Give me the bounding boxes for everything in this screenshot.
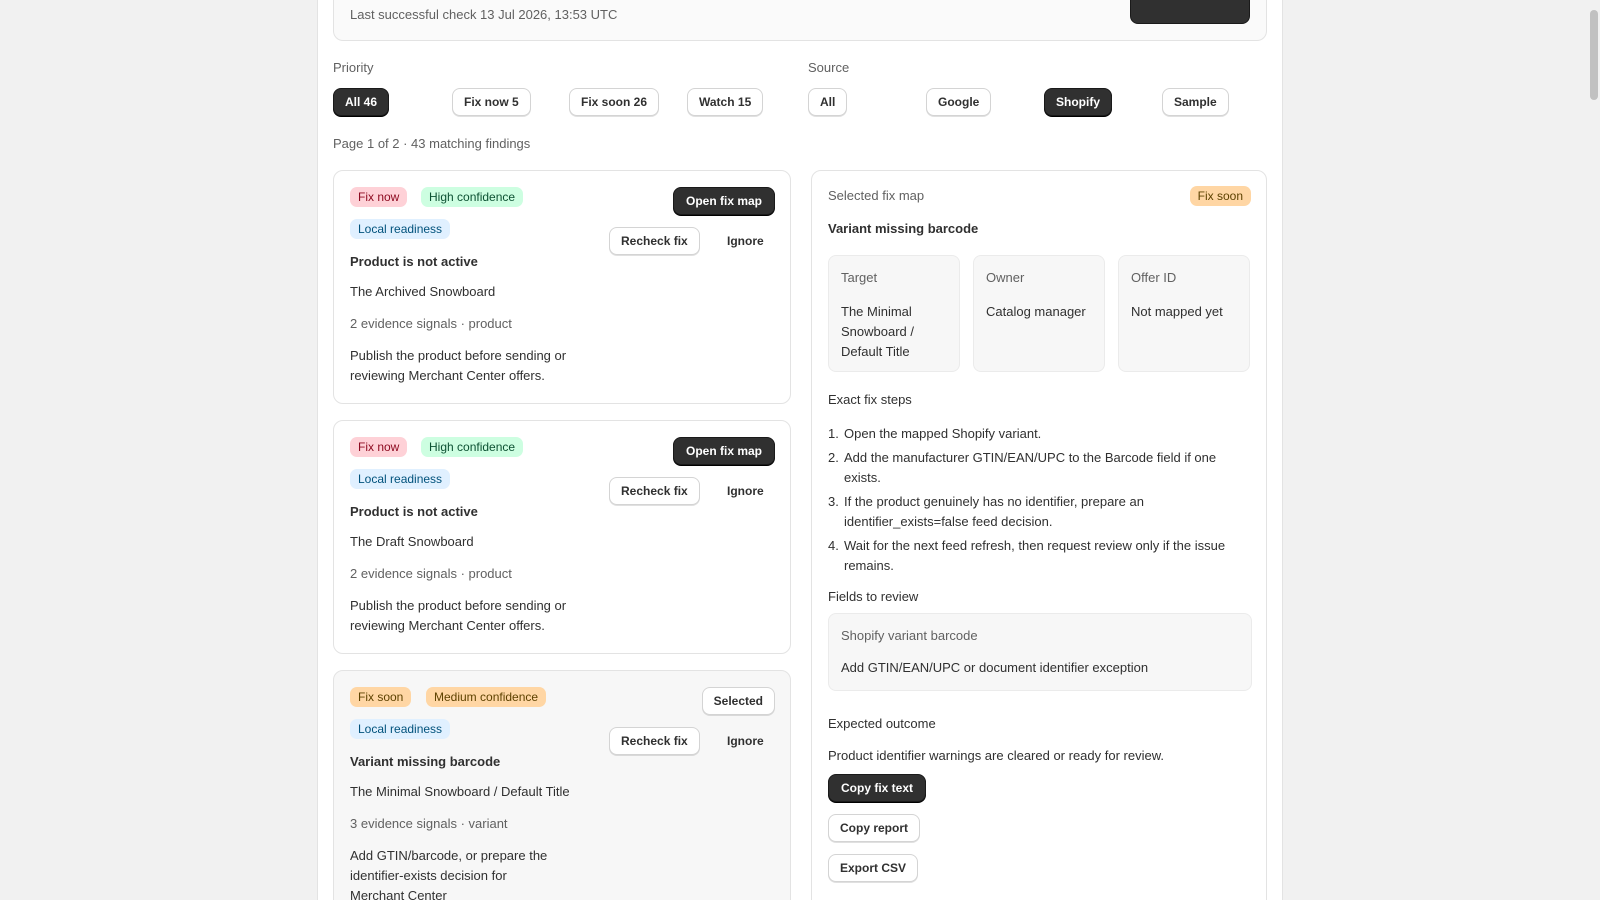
finding-description: Publish the product before sending or re… <box>350 598 567 633</box>
priority-filter-fix-soon[interactable]: Fix soon 26 <box>569 88 660 116</box>
last-check-text: Last successful check 13 Jul 2026, 13:53… <box>350 7 618 22</box>
recheck-fix-button[interactable]: Recheck fix <box>609 227 700 255</box>
source-filter-all[interactable]: All <box>808 88 848 116</box>
finding-target: The Draft Snowboard <box>350 534 474 549</box>
priority-filter-all[interactable]: All 46 <box>333 88 390 116</box>
finding-card: Fix now High confidence Local readiness … <box>333 420 791 654</box>
owner-label: Owner <box>986 270 1025 285</box>
target-info-box: Target The Minimal Snowboard / Default T… <box>828 255 960 372</box>
page-info: Page 1 of 2 · 43 matching findings <box>333 136 531 151</box>
recheck-fix-button[interactable]: Recheck fix <box>609 727 700 755</box>
panel-priority-badge: Fix soon <box>1189 186 1251 206</box>
priority-filter-fix-now[interactable]: Fix now 5 <box>452 88 531 116</box>
confidence-badge: High confidence <box>421 437 524 457</box>
fix-step: 3. If the product genuinely has no identi… <box>828 494 1144 529</box>
finding-title: Product is not active <box>350 254 478 269</box>
copy-report-button[interactable]: Copy report <box>828 814 921 842</box>
category-badge: Local readiness <box>350 719 451 739</box>
ignore-button[interactable]: Ignore <box>719 727 772 755</box>
main-page: Last successful check 13 Jul 2026, 13:53… <box>317 0 1283 900</box>
priority-filter-watch[interactable]: Watch 15 <box>687 88 764 116</box>
fix-step: 1. Open the mapped Shopify variant. <box>828 426 1042 441</box>
target-value: The Minimal Snowboard / Default Title <box>841 304 914 359</box>
steps-label: Exact fix steps <box>828 392 912 407</box>
run-check-button[interactable] <box>1130 0 1250 24</box>
priority-badge: Fix now <box>350 187 408 207</box>
target-label: Target <box>841 270 878 285</box>
offer-id-label: Offer ID <box>1131 270 1177 285</box>
fix-steps-list: 1. Open the mapped Shopify variant. 2. Add… <box>828 424 1252 580</box>
selected-button[interactable]: Selected <box>701 687 775 715</box>
fields-label: Fields to review <box>828 589 919 604</box>
priority-badge: Fix soon <box>350 687 412 707</box>
finding-evidence: 2 evidence signals · product <box>350 316 512 331</box>
finding-target: The Archived Snowboard <box>350 284 496 299</box>
scrollbar-thumb[interactable] <box>1590 10 1598 100</box>
fields-box: Shopify variant barcode Add GTIN/EAN/UPC… <box>828 613 1252 691</box>
priority-badge: Fix now <box>350 437 408 457</box>
recheck-fix-button[interactable]: Recheck fix <box>609 477 700 505</box>
ignore-button[interactable]: Ignore <box>719 227 772 255</box>
field-name: Shopify variant barcode <box>841 628 978 643</box>
offer-id-info-box: Offer ID Not mapped yet <box>1118 255 1250 372</box>
finding-title: Variant missing barcode <box>350 754 501 769</box>
priority-label: Priority <box>333 60 374 75</box>
open-fix-map-button[interactable]: Open fix map <box>672 437 775 465</box>
finding-description: Add GTIN/barcode, or prepare the identif… <box>350 848 548 900</box>
finding-evidence: 3 evidence signals · variant <box>350 816 508 831</box>
copy-fix-text-button[interactable]: Copy fix text <box>828 774 927 802</box>
confidence-badge: High confidence <box>421 187 524 207</box>
finding-card: Fix now High confidence Local readiness … <box>333 170 791 404</box>
scrollbar[interactable] <box>1588 0 1600 900</box>
category-badge: Local readiness <box>350 469 451 489</box>
fix-step: 2. Add the manufacturer GTIN/EAN/UPC to t… <box>828 450 1217 485</box>
source-label: Source <box>808 60 850 75</box>
source-filter-google[interactable]: Google <box>926 88 992 116</box>
export-csv-button[interactable]: Export CSV <box>828 854 919 882</box>
confidence-badge: Medium confidence <box>426 687 547 707</box>
owner-value: Catalog manager <box>986 304 1086 319</box>
panel-heading: Selected fix map <box>828 188 925 203</box>
fix-map-panel: Selected fix map Fix soon Variant missin… <box>811 170 1267 900</box>
source-filter-shopify[interactable]: Shopify <box>1044 88 1112 116</box>
finding-target: The Minimal Snowboard / Default Title <box>350 784 570 799</box>
source-filter-sample[interactable]: Sample <box>1162 88 1229 116</box>
open-fix-map-button[interactable]: Open fix map <box>672 187 775 215</box>
fix-step: 4. Wait for the next feed refresh, then r… <box>828 538 1226 573</box>
outcome-label: Expected outcome <box>828 716 936 731</box>
panel-title: Variant missing barcode <box>828 221 979 236</box>
owner-info-box: Owner Catalog manager <box>973 255 1105 372</box>
category-badge: Local readiness <box>350 219 451 239</box>
offer-id-value: Not mapped yet <box>1131 304 1223 319</box>
status-card: Last successful check 13 Jul 2026, 13:53… <box>333 0 1267 41</box>
ignore-button[interactable]: Ignore <box>719 477 772 505</box>
field-value: Add GTIN/EAN/UPC or document identifier … <box>841 660 1149 675</box>
finding-title: Product is not active <box>350 504 478 519</box>
finding-evidence: 2 evidence signals · product <box>350 566 512 581</box>
finding-card-selected: Fix soon Medium confidence Local readine… <box>333 670 791 900</box>
finding-description: Publish the product before sending or re… <box>350 348 567 383</box>
outcome-text: Product identifier warnings are cleared … <box>828 748 1164 763</box>
